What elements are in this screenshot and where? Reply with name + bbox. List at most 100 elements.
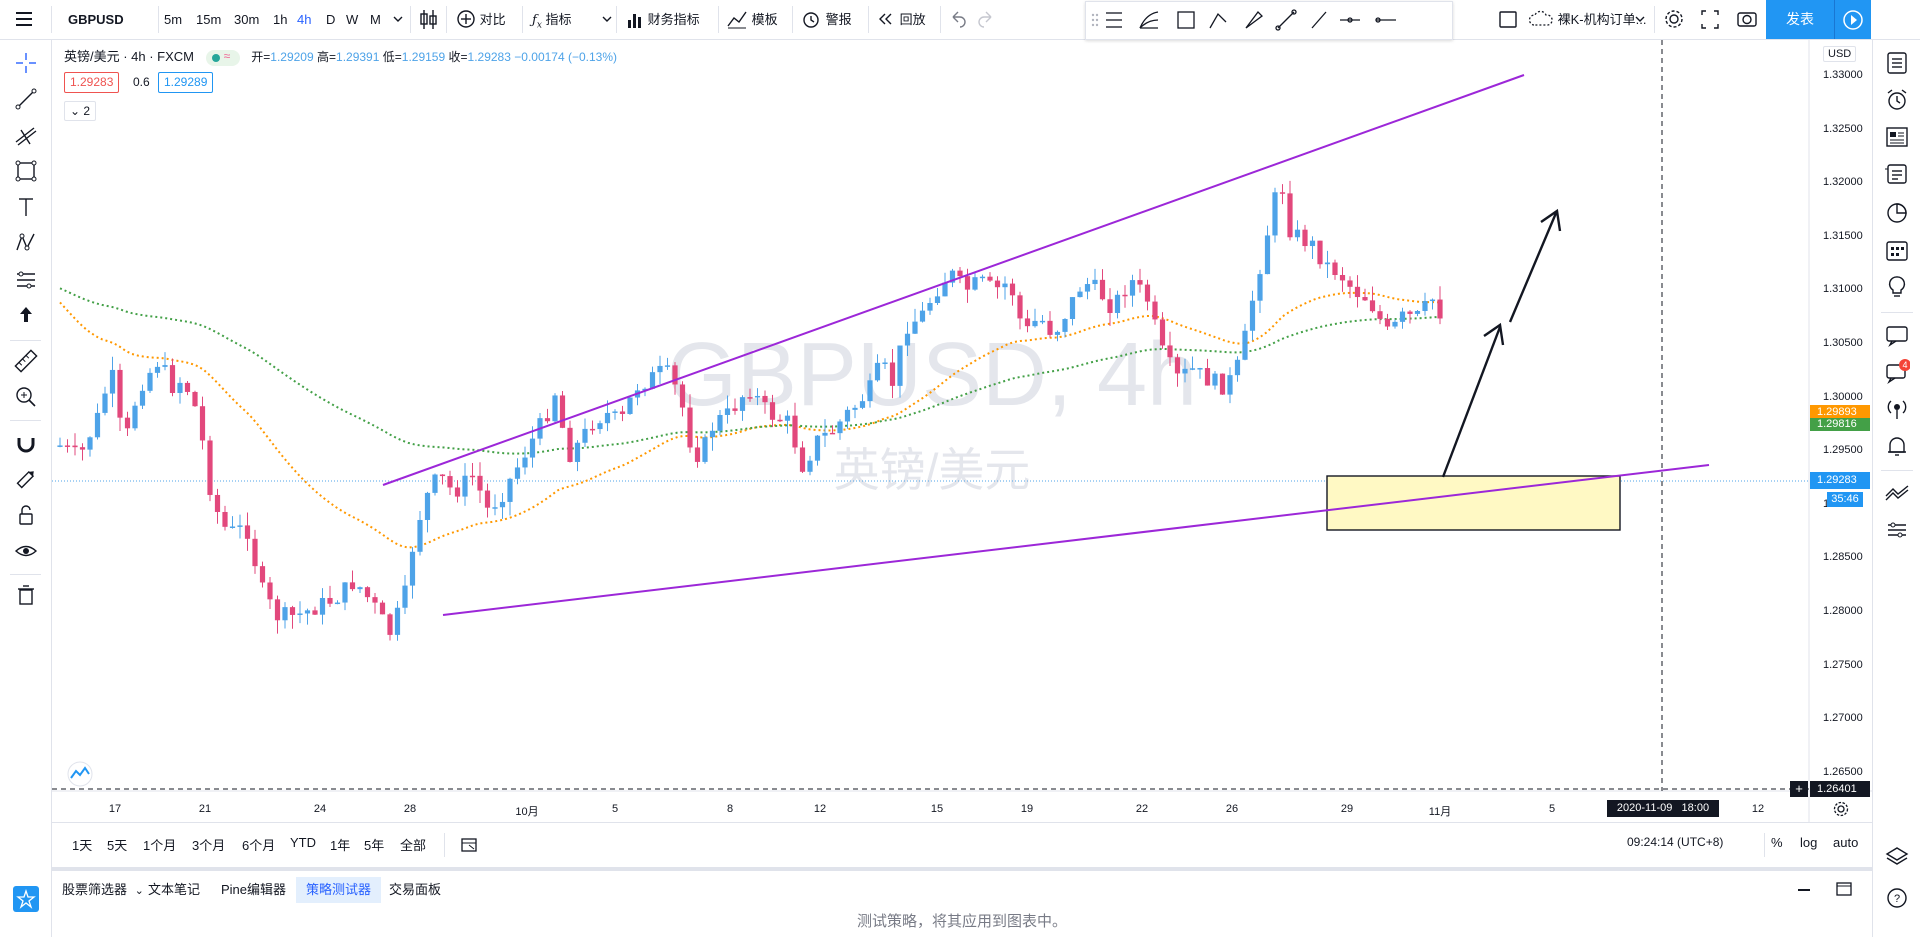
candle-body — [87, 437, 93, 450]
redo-icon[interactable] — [976, 0, 996, 39]
bell-icon[interactable] — [1884, 433, 1910, 459]
add-plus-icon[interactable]: + — [1790, 781, 1808, 797]
hotlist-icon[interactable] — [1884, 200, 1910, 226]
timeframe-m[interactable]: M — [370, 0, 381, 39]
rectangle-tool-icon[interactable] — [13, 158, 39, 184]
log-toggle[interactable]: log — [1800, 835, 1817, 850]
trash-icon[interactable] — [13, 582, 39, 608]
range-5d[interactable]: 5天 — [107, 835, 127, 854]
broadcast-icon[interactable] — [1884, 396, 1910, 422]
settings-icon[interactable] — [1662, 0, 1686, 39]
candle-body — [184, 382, 191, 392]
time-tick-label: 28 — [403, 803, 417, 815]
range-1y[interactable]: 1年 — [330, 835, 350, 854]
pattern-icon[interactable] — [13, 230, 39, 256]
range-ytd[interactable]: YTD — [290, 835, 316, 850]
currency-label[interactable]: USD — [1823, 46, 1857, 62]
legend-title[interactable]: 英镑/美元 · 4h · FXCM — [64, 49, 194, 64]
news-icon[interactable] — [1884, 124, 1910, 150]
auto-toggle[interactable]: auto — [1833, 835, 1858, 850]
ideas-icon[interactable] — [1884, 274, 1910, 300]
demand-zone-rectangle[interactable] — [1326, 475, 1621, 531]
percent-toggle[interactable]: % — [1771, 835, 1783, 850]
datawindow-icon[interactable] — [1884, 161, 1910, 187]
financials-button[interactable]: 财务指标 — [626, 0, 700, 39]
candle-body — [1002, 283, 1008, 288]
goto-date-icon[interactable] — [460, 835, 478, 856]
trendline-icon[interactable] — [13, 86, 39, 112]
help-icon[interactable]: ? — [1884, 885, 1910, 911]
ema-green-price-label: 1.29816 — [1810, 418, 1870, 431]
time-tick-label: 19 — [1020, 803, 1034, 815]
pencil-lock-icon[interactable] — [13, 466, 39, 492]
camera-icon[interactable] — [1735, 0, 1759, 39]
symbol-search[interactable]: GBPUSD — [68, 0, 124, 39]
alert-button[interactable]: 警报 — [800, 0, 852, 39]
menu-icon[interactable] — [14, 0, 40, 39]
chevron-down-icon[interactable] — [1634, 0, 1646, 39]
magnet-icon[interactable] — [13, 430, 39, 456]
candle-body — [732, 408, 738, 411]
compare-button[interactable]: 对比 — [456, 0, 506, 39]
layout-selector[interactable]: 裸K-机构订单... — [1528, 0, 1646, 39]
calendar-icon[interactable] — [1884, 237, 1910, 263]
minimize-icon[interactable] — [1798, 889, 1810, 891]
projection-arrow[interactable] — [1441, 208, 1562, 478]
watchlist-icon[interactable] — [1884, 50, 1910, 76]
ruler-icon[interactable] — [13, 348, 39, 374]
candle-body — [837, 421, 843, 434]
template-button[interactable]: 模板 — [726, 0, 778, 39]
eye-icon[interactable] — [13, 538, 39, 564]
range-3m[interactable]: 3个月 — [192, 835, 225, 854]
chart-canvas[interactable]: GBPUSD, 4h 英镑/美元 — [52, 40, 1872, 822]
notifications-icon[interactable]: 4 — [1884, 359, 1911, 385]
clock[interactable]: 09:24:14 (UTC+8) — [1627, 835, 1723, 849]
chat-icon[interactable] — [1884, 322, 1910, 348]
layers-icon[interactable] — [1884, 844, 1910, 870]
fib-icon[interactable] — [13, 122, 39, 148]
tab-strategy-tester[interactable]: 策略测试器 — [296, 877, 382, 903]
timeframe-1h[interactable]: 1h — [273, 0, 287, 39]
text-icon[interactable] — [13, 194, 39, 220]
candle-body — [664, 365, 671, 367]
market-status-badge[interactable]: ≈ — [205, 49, 240, 66]
timeframe-30m[interactable]: 30m — [234, 0, 259, 39]
timeframe-15m[interactable]: 15m — [196, 0, 221, 39]
range-1d[interactable]: 1天 — [72, 835, 92, 854]
replay-button[interactable]: 回放 — [876, 0, 926, 39]
timeframe-4h[interactable]: 4h — [297, 0, 311, 39]
alarm-icon[interactable] — [1884, 87, 1910, 113]
timeframe-w[interactable]: W — [346, 0, 358, 39]
fullscreen-icon[interactable] — [1699, 0, 1721, 39]
axis-settings-icon[interactable] — [1832, 800, 1850, 821]
cross-icon[interactable] — [13, 50, 39, 76]
zoom-icon[interactable] — [13, 384, 39, 410]
chevron-down-icon[interactable] — [601, 0, 613, 39]
star-icon[interactable] — [13, 886, 39, 912]
buy-price-box[interactable]: 1.29289 — [158, 72, 214, 93]
range-5y[interactable]: 5年 — [364, 835, 384, 854]
range-all[interactable]: 全部 — [400, 835, 426, 854]
publish-button[interactable]: 发表 — [1766, 0, 1834, 39]
sell-price-box[interactable]: 1.29283 — [64, 72, 120, 93]
lower-trendline[interactable] — [442, 464, 1710, 616]
undo-icon[interactable] — [948, 0, 968, 39]
timeframe-5m[interactable]: 5m — [164, 0, 182, 39]
play-icon[interactable] — [1834, 0, 1871, 39]
chevron-down-icon[interactable] — [392, 0, 404, 39]
candles-icon[interactable] — [418, 0, 440, 39]
timeframe-d[interactable]: D — [326, 0, 335, 39]
tab-text-notes[interactable]: 文本笔记 — [138, 877, 210, 903]
indicators-collapse-toggle[interactable]: ⌄ 2 — [64, 101, 97, 121]
order-panel-icon[interactable] — [1884, 480, 1910, 506]
forecast-icon[interactable] — [13, 266, 39, 292]
maximize-icon[interactable] — [1836, 881, 1852, 900]
tab-trading-panel[interactable]: 交易面板 — [379, 877, 451, 903]
range-6m[interactable]: 6个月 — [242, 835, 275, 854]
arrow-up-icon[interactable] — [13, 302, 39, 328]
lock-icon[interactable] — [13, 502, 39, 528]
indicators-button[interactable]: ƒx 指标 — [532, 0, 572, 39]
range-1m[interactable]: 1个月 — [143, 835, 176, 854]
tab-pine-editor[interactable]: Pine编辑器 — [211, 877, 296, 903]
dom-icon[interactable] — [1884, 517, 1910, 543]
